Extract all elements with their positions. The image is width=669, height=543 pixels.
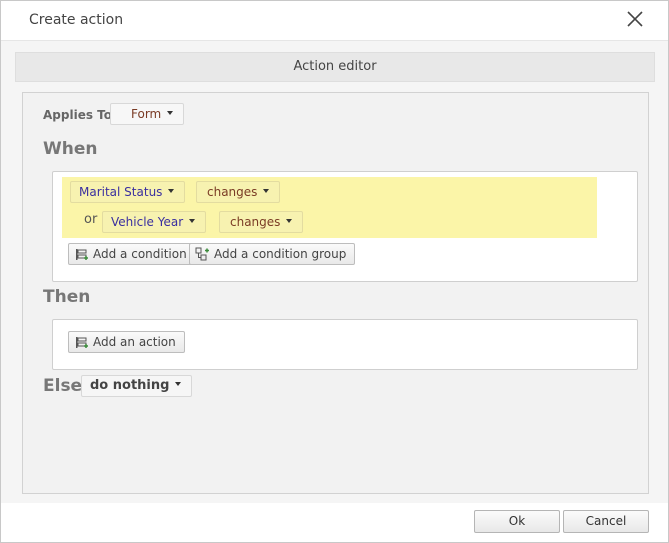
else-dropdown[interactable]: do nothing (81, 375, 193, 397)
applies-to-label: Applies To (43, 108, 112, 122)
caret-down-icon (286, 218, 293, 223)
else-heading: Else (43, 376, 83, 396)
condition-field-value: Vehicle Year (111, 215, 184, 229)
dialog-body: Action editor Applies To Form When Marit… (1, 41, 668, 503)
add-condition-button[interactable]: Add a condition (68, 243, 196, 265)
cancel-button[interactable]: Cancel (563, 510, 649, 533)
condition-operator-dropdown[interactable]: changes (196, 181, 281, 203)
close-icon[interactable] (623, 7, 647, 31)
add-condition-label: Add a condition (93, 247, 187, 261)
condition-connector: or (84, 212, 98, 227)
then-heading: Then (43, 287, 91, 307)
caret-down-icon (189, 218, 196, 223)
caret-down-icon (168, 188, 175, 193)
applies-to-value: Form (131, 107, 162, 121)
add-condition-group-label: Add a condition group (214, 247, 347, 261)
add-condition-group-icon (195, 247, 209, 261)
condition-operator-value: changes (207, 185, 258, 199)
add-action-label: Add an action (93, 335, 176, 349)
when-box: Marital Status changes or Vehicle Year c… (52, 171, 638, 282)
add-action-button[interactable]: Add an action (68, 331, 185, 353)
dialog-footer: Ok Cancel (1, 503, 668, 542)
else-value: do nothing (90, 378, 170, 393)
create-action-dialog: Create action Action editor Applies To F… (0, 0, 669, 543)
applies-to-dropdown[interactable]: Form (110, 103, 185, 125)
condition-field-dropdown[interactable]: Marital Status (70, 181, 186, 203)
action-editor: Applies To Form When Marital Status chan… (22, 92, 649, 494)
dialog-title: Create action (29, 12, 124, 28)
condition-field-dropdown[interactable]: Vehicle Year (102, 211, 207, 233)
conditions-highlight: Marital Status changes or Vehicle Year c… (62, 177, 597, 238)
then-box: Add an action (52, 319, 638, 370)
dialog-titlebar: Create action (1, 1, 668, 41)
condition-operator-dropdown[interactable]: changes (219, 211, 304, 233)
section-header: Action editor (15, 52, 655, 82)
add-condition-group-button[interactable]: Add a condition group (189, 243, 356, 265)
caret-down-icon (175, 381, 182, 386)
when-heading: When (43, 139, 98, 159)
condition-field-value: Marital Status (79, 185, 163, 199)
condition-operator-value: changes (230, 215, 281, 229)
caret-down-icon (263, 188, 270, 193)
ok-button[interactable]: Ok (474, 510, 560, 533)
caret-down-icon (167, 110, 174, 115)
add-action-icon (76, 337, 88, 348)
add-condition-icon (76, 249, 88, 260)
